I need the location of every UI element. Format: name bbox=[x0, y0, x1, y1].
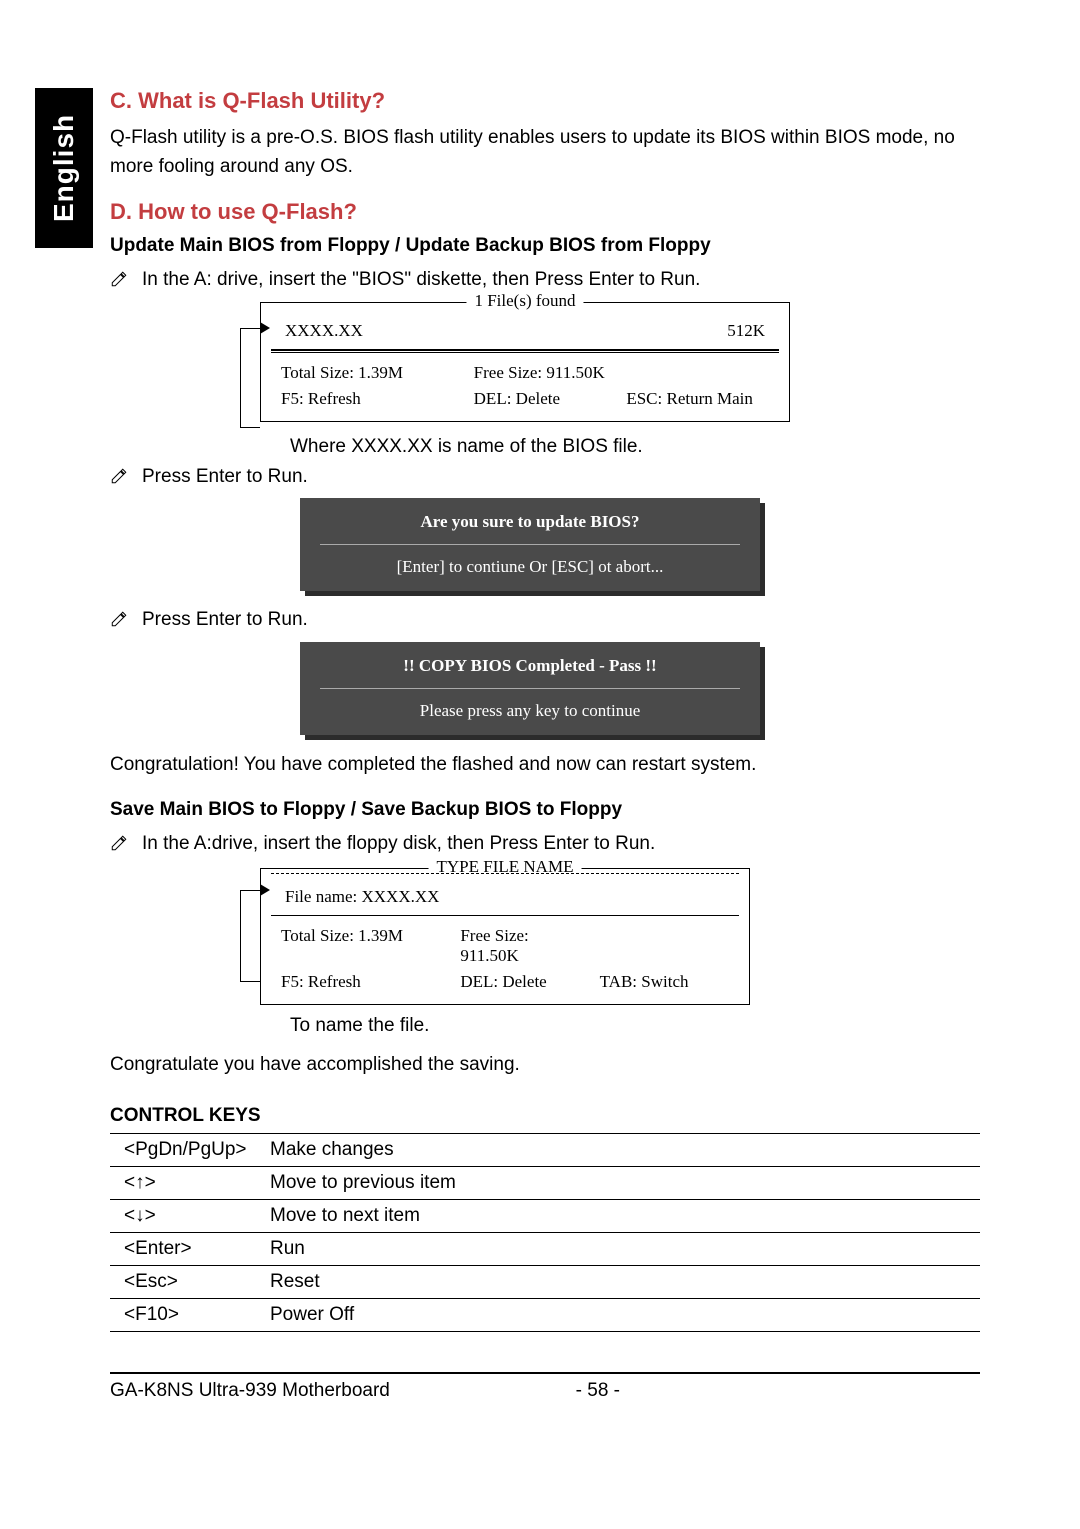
body-c: Q-Flash utility is a pre-O.S. BIOS flash… bbox=[110, 124, 980, 181]
key-cell: <↑> bbox=[110, 1167, 270, 1200]
table-row: <F10>Power Off bbox=[110, 1299, 980, 1332]
key-cell: <↓> bbox=[110, 1200, 270, 1233]
desc-cell: Move to previous item bbox=[270, 1167, 980, 1200]
step-1-text: In the A: drive, insert the "BIOS" diske… bbox=[142, 267, 700, 294]
table-row: <↓>Move to next item bbox=[110, 1200, 980, 1233]
bios-box-title: 1 File(s) found bbox=[466, 291, 583, 311]
step-1: In the A: drive, insert the "BIOS" diske… bbox=[110, 267, 980, 294]
bios-file-box: 1 File(s) found XXXX.XX 512K Total Size:… bbox=[260, 302, 790, 422]
save-box-title: TYPE FILE NAME bbox=[429, 857, 582, 877]
desc-cell: Move to next item bbox=[270, 1200, 980, 1233]
caption-filename: Where XXXX.XX is name of the BIOS file. bbox=[290, 436, 980, 458]
save-total: Total Size: 1.39M bbox=[281, 926, 430, 966]
free-size: Free Size: 911.50K bbox=[444, 363, 607, 383]
total-size: Total Size: 1.39M bbox=[281, 363, 444, 383]
pencil-icon bbox=[110, 610, 134, 633]
bios-filename: XXXX.XX bbox=[285, 321, 363, 341]
congrat-1: Congratulation! You have completed the f… bbox=[110, 751, 980, 780]
f5-refresh: F5: Refresh bbox=[281, 389, 444, 409]
confirm-box: Are you sure to update BIOS? [Enter] to … bbox=[300, 498, 760, 591]
table-row: <↑>Move to previous item bbox=[110, 1167, 980, 1200]
completed-box: !! COPY BIOS Completed - Pass !! Please … bbox=[300, 642, 760, 735]
heading-c: C. What is Q-Flash Utility? bbox=[110, 88, 980, 114]
footer-page: - 58 - bbox=[576, 1380, 620, 1402]
congrat-2: Congratulate you have accomplished the s… bbox=[110, 1051, 980, 1080]
table-row: <Esc>Reset bbox=[110, 1266, 980, 1299]
confirm-instruction: [Enter] to contiune Or [ESC] ot abort... bbox=[310, 557, 750, 577]
del-delete: DEL: Delete bbox=[444, 389, 607, 409]
step-4: In the A:drive, insert the floppy disk, … bbox=[110, 831, 980, 858]
caption-name-file: To name the file. bbox=[290, 1015, 980, 1037]
page-content: C. What is Q-Flash Utility? Q-Flash util… bbox=[110, 88, 980, 1402]
save-del: DEL: Delete bbox=[430, 972, 579, 992]
continue-msg: Please press any key to continue bbox=[310, 701, 750, 721]
confirm-question: Are you sure to update BIOS? bbox=[310, 512, 750, 532]
desc-cell: Power Off bbox=[270, 1299, 980, 1332]
key-cell: <PgDn/PgUp> bbox=[110, 1134, 270, 1167]
save-file-box: TYPE FILE NAME File name: XXXX.XX Total … bbox=[260, 868, 750, 1005]
heading-d: D. How to use Q-Flash? bbox=[110, 199, 980, 225]
language-tab: English bbox=[35, 88, 93, 248]
step-3: Press Enter to Run. bbox=[110, 607, 980, 634]
key-cell: <F10> bbox=[110, 1299, 270, 1332]
key-cell: <Esc> bbox=[110, 1266, 270, 1299]
bios-filesize: 512K bbox=[727, 321, 765, 341]
save-free: Free Size: 911.50K bbox=[430, 926, 579, 966]
key-cell: <Enter> bbox=[110, 1233, 270, 1266]
step-2: Press Enter to Run. bbox=[110, 464, 980, 491]
step-4-text: In the A:drive, insert the floppy disk, … bbox=[142, 831, 655, 858]
pencil-icon bbox=[110, 834, 134, 857]
save-filename: File name: XXXX.XX bbox=[285, 887, 439, 906]
desc-cell: Make changes bbox=[270, 1134, 980, 1167]
table-row: <Enter>Run bbox=[110, 1233, 980, 1266]
pencil-icon bbox=[110, 467, 134, 490]
control-keys-heading: CONTROL KEYS bbox=[110, 1105, 980, 1127]
page-footer: GA-K8NS Ultra-939 Motherboard - 58 - bbox=[110, 1372, 980, 1402]
subtitle-update: Update Main BIOS from Floppy / Update Ba… bbox=[110, 235, 980, 257]
control-keys-table: <PgDn/PgUp>Make changes <↑>Move to previ… bbox=[110, 1133, 980, 1332]
save-tab: TAB: Switch bbox=[580, 972, 729, 992]
table-row: <PgDn/PgUp>Make changes bbox=[110, 1134, 980, 1167]
esc-return: ESC: Return Main bbox=[606, 389, 769, 409]
desc-cell: Run bbox=[270, 1233, 980, 1266]
subtitle-save: Save Main BIOS to Floppy / Save Backup B… bbox=[110, 799, 980, 821]
step-2-text: Press Enter to Run. bbox=[142, 464, 308, 491]
completed-msg: !! COPY BIOS Completed - Pass !! bbox=[310, 656, 750, 676]
step-3-text: Press Enter to Run. bbox=[142, 607, 308, 634]
desc-cell: Reset bbox=[270, 1266, 980, 1299]
save-f5: F5: Refresh bbox=[281, 972, 430, 992]
footer-model: GA-K8NS Ultra-939 Motherboard bbox=[110, 1380, 436, 1402]
pencil-icon bbox=[110, 270, 134, 293]
